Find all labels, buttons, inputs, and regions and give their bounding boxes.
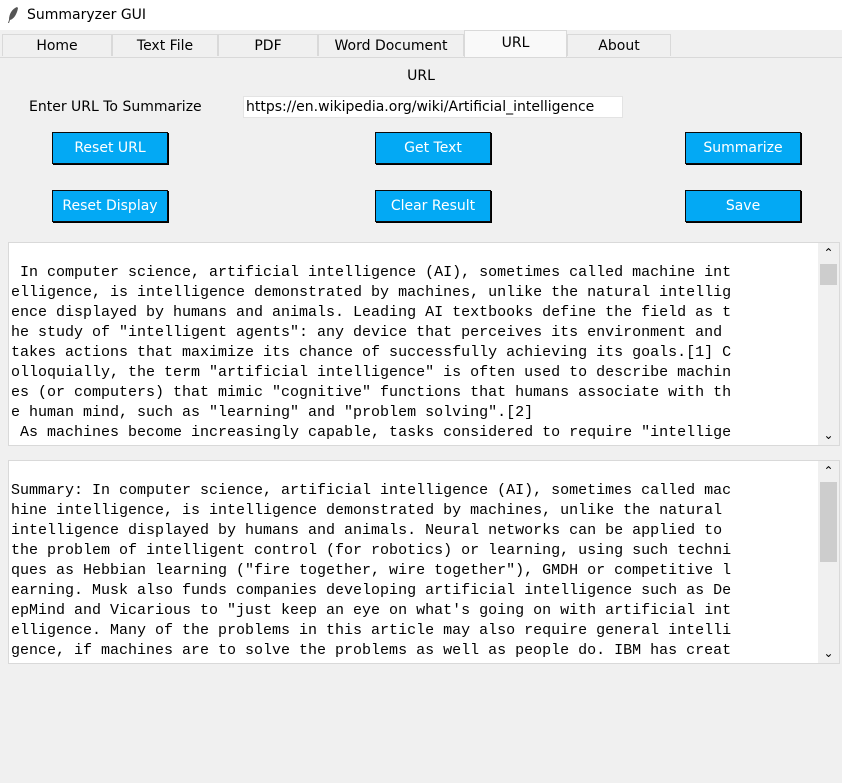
tab-divider: [0, 57, 842, 58]
summary-line: the problem of intelligent control (for …: [11, 542, 732, 559]
url-input[interactable]: [243, 96, 623, 118]
chevron-down-icon[interactable]: ⌄: [818, 643, 839, 663]
tab-home[interactable]: Home: [2, 34, 112, 56]
summary-display-content: Summary: In computer science, artificial…: [9, 461, 839, 661]
summary-line: hine intelligence, is intelligence demon…: [11, 502, 732, 519]
section-title: URL: [407, 68, 435, 84]
text-line: takes actions that maximize its chance o…: [11, 344, 732, 361]
title-bar: Summaryzer GUI: [0, 0, 842, 30]
get-text-button[interactable]: Get Text: [375, 132, 491, 164]
chevron-up-icon[interactable]: ⌃: [818, 243, 839, 263]
reset-display-button[interactable]: Reset Display: [52, 190, 168, 222]
summarize-button[interactable]: Summarize: [685, 132, 801, 164]
clear-result-button[interactable]: Clear Result: [375, 190, 491, 222]
summary-line: elligence. Many of the problems in this …: [11, 622, 732, 639]
text-line: olloquially, the term "artificial intell…: [11, 364, 732, 381]
save-button[interactable]: Save: [685, 190, 801, 222]
text-line: ence displayed by humans and animals. Le…: [11, 304, 732, 321]
text-line: e human mind, such as "learning" and "pr…: [11, 404, 534, 421]
summary-display-scrollbar[interactable]: ⌃ ⌄: [818, 461, 839, 663]
summary-line: intelligence displayed by humans and ani…: [11, 522, 732, 539]
tab-about[interactable]: About: [567, 34, 671, 56]
scrollbar-thumb[interactable]: [820, 264, 837, 285]
summary-line: gence, if machines are to solve the prob…: [11, 642, 732, 659]
summary-line: earning. Musk also funds companies devel…: [11, 582, 732, 599]
reset-url-button[interactable]: Reset URL: [52, 132, 168, 164]
text-line: elligence, is intelligence demonstrated …: [11, 284, 732, 301]
chevron-down-icon[interactable]: ⌄: [818, 425, 839, 445]
summary-line: epMind and Vicarious to "just keep an ey…: [11, 602, 732, 619]
tab-pdf[interactable]: PDF: [218, 34, 318, 56]
chevron-up-icon[interactable]: ⌃: [818, 461, 839, 481]
text-display-scrollbar[interactable]: ⌃ ⌄: [818, 243, 839, 445]
text-line: es (or computers) that mimic "cognitive"…: [11, 384, 732, 401]
text-line: As machines become increasingly capable,…: [11, 424, 732, 441]
text-display-content: In computer science, artificial intellig…: [9, 243, 839, 443]
url-label: Enter URL To Summarize: [29, 99, 202, 115]
text-line: he study of "intelligent agents": any de…: [11, 324, 723, 341]
summary-line: Summary: In computer science, artificial…: [11, 482, 732, 499]
text-display[interactable]: In computer science, artificial intellig…: [8, 242, 840, 446]
summary-display[interactable]: Summary: In computer science, artificial…: [8, 460, 840, 664]
feather-icon: [8, 7, 18, 23]
scrollbar-thumb[interactable]: [820, 482, 837, 562]
summary-line: ques as Hebbian learning ("fire together…: [11, 562, 732, 579]
tab-url[interactable]: URL: [464, 30, 567, 57]
tab-text-file[interactable]: Text File: [112, 34, 218, 56]
window-title: Summaryzer GUI: [27, 7, 147, 23]
text-line: In computer science, artificial intellig…: [11, 264, 732, 281]
tab-word-document[interactable]: Word Document: [318, 34, 464, 56]
